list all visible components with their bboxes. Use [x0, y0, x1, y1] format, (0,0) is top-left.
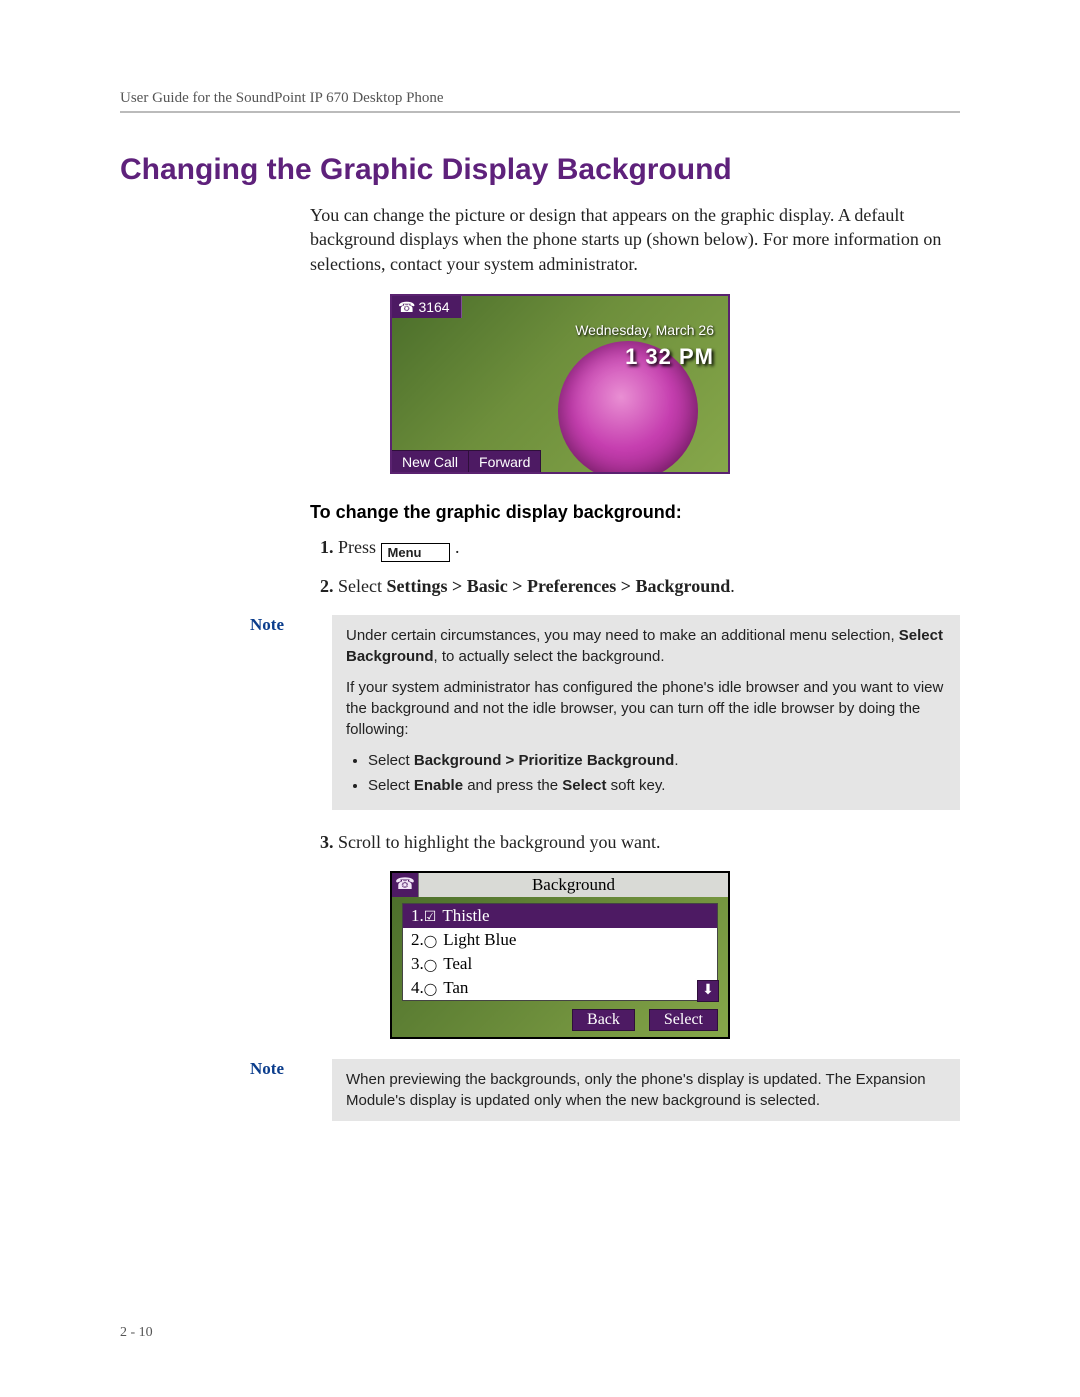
step1-suffix: .: [455, 537, 460, 557]
softkey-select: Select: [649, 1009, 718, 1031]
item-num: 4.: [411, 978, 424, 998]
n1b2b: Enable: [414, 777, 463, 794]
softkey-forward: Forward: [469, 450, 541, 473]
n1b2e: soft key.: [606, 777, 665, 794]
note1-p1a: Under certain circumstances, you may nee…: [346, 627, 899, 644]
display-time: 1 32 PM: [625, 344, 714, 370]
item-label: Light Blue: [443, 930, 516, 950]
softkey-newcall: New Call: [392, 450, 469, 473]
note1-bullet-1: Select Background > Prioritize Backgroun…: [368, 750, 946, 771]
n1b2a: Select: [368, 777, 414, 794]
item-label: Thistle: [442, 906, 489, 926]
background-menu-screenshot: ☎ Background 1. Thistle 2. Light Blue 3.: [390, 871, 730, 1039]
item-num: 1.: [411, 906, 424, 926]
steps-list: Press Menu . Select Settings > Basic > P…: [310, 537, 960, 597]
item-num: 3.: [411, 954, 424, 974]
scroll-down-icon: ⬇: [697, 980, 719, 1002]
softkey-bar-2: Back Select: [392, 1001, 728, 1037]
note1-p1: Under certain circumstances, you may nee…: [346, 625, 946, 667]
body-column-2: Scroll to highlight the background you w…: [310, 832, 960, 1039]
note-label: Note: [250, 615, 308, 810]
checked-icon: [424, 906, 443, 926]
radio-icon: [424, 954, 443, 974]
list-item: 3. Teal: [403, 952, 717, 976]
page: User Guide for the SoundPoint IP 670 Des…: [0, 0, 1080, 1397]
n1b1c: .: [674, 752, 678, 769]
page-title: Changing the Graphic Display Background: [120, 153, 960, 187]
note-1: Note Under certain circumstances, you ma…: [120, 615, 960, 810]
step-1: Press Menu .: [338, 537, 960, 562]
phone-display-screenshot: 3164 Wednesday, March 26 1 32 PM New Cal…: [390, 294, 730, 474]
display-date: Wednesday, March 26: [575, 322, 714, 338]
note-box: Under certain circumstances, you may nee…: [332, 615, 960, 810]
radio-icon: [424, 978, 443, 998]
step2-suffix: .: [730, 576, 735, 596]
running-header: User Guide for the SoundPoint IP 670 Des…: [120, 90, 960, 107]
list-item: 2. Light Blue: [403, 928, 717, 952]
note1-p1c: , to actually select the background.: [434, 648, 665, 665]
background-list: 1. Thistle 2. Light Blue 3. Teal 4.: [402, 903, 718, 1001]
item-num: 2.: [411, 930, 424, 950]
phone-handset-icon: ☎: [392, 873, 418, 897]
step-3: Scroll to highlight the background you w…: [338, 832, 960, 853]
radio-icon: [424, 930, 443, 950]
n1b1b: Background > Prioritize Background: [414, 752, 674, 769]
procedure-heading: To change the graphic display background…: [310, 502, 960, 523]
item-label: Teal: [443, 954, 472, 974]
step-2: Select Settings > Basic > Preferences > …: [338, 576, 960, 597]
item-label: Tan: [443, 978, 468, 998]
intro-paragraph: You can change the picture or design tha…: [310, 203, 960, 276]
note1-bullets: Select Background > Prioritize Backgroun…: [346, 750, 946, 796]
menu-header: ☎ Background: [392, 873, 728, 897]
note2-text: When previewing the backgrounds, only th…: [346, 1069, 946, 1111]
header-rule: [120, 111, 960, 113]
page-number: 2 - 10: [120, 1325, 153, 1341]
extension-badge: 3164: [392, 296, 462, 318]
body-column: You can change the picture or design tha…: [310, 203, 960, 597]
menu-button-icon: Menu: [381, 543, 451, 562]
note-label: Note: [250, 1059, 308, 1121]
list-item: 4. Tan: [403, 976, 717, 1000]
softkey-back: Back: [572, 1009, 635, 1031]
steps-list-cont: Scroll to highlight the background you w…: [310, 832, 960, 853]
note-2: Note When previewing the backgrounds, on…: [120, 1059, 960, 1121]
menu-title: Background: [418, 873, 728, 897]
n1b2d: Select: [562, 777, 606, 794]
note1-bullet-2: Select Enable and press the Select soft …: [368, 775, 946, 796]
list-item: 1. Thistle: [403, 904, 717, 928]
step1-press: Press: [338, 537, 381, 557]
softkey-bar: New CallForward: [392, 450, 728, 472]
note-box: When previewing the backgrounds, only th…: [332, 1059, 960, 1121]
n1b1a: Select: [368, 752, 414, 769]
step2-prefix: Select: [338, 576, 386, 596]
note1-p2: If your system administrator has configu…: [346, 677, 946, 740]
step2-path: Settings > Basic > Preferences > Backgro…: [386, 576, 730, 596]
n1b2c: and press the: [463, 777, 562, 794]
